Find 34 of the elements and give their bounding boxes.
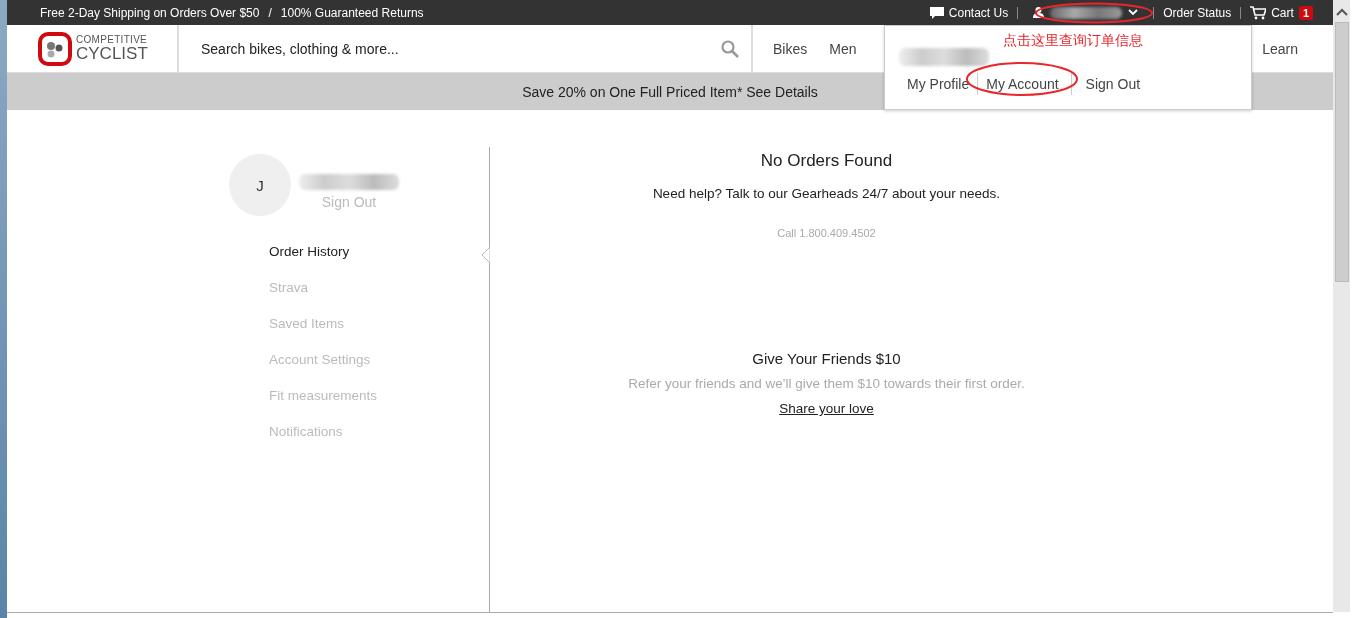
avatar-initial: J [256,176,264,194]
logo-text: CYCLIST [76,45,148,62]
returns-text: 100% Guaranteed Returns [280,5,424,20]
scroll-up-icon[interactable] [1335,8,1348,16]
nav-link[interactable]: Bikes [773,40,808,57]
nav-link[interactable]: Learn [1262,40,1298,57]
user-icon [1033,7,1045,18]
cart-count-badge: 1 [1298,5,1313,20]
referral-text: Refer your friends and we'll give them $10 towards their first order. [628,376,1025,391]
chevron-down-icon [1128,9,1139,16]
promo-text[interactable]: Save 20% on One Full Priced Item* See Details [522,83,818,100]
cart-link[interactable]: Cart [1271,5,1294,20]
shipping-text: Free 2-Day Shipping on Orders Over $50 [40,5,260,20]
pointer-notch [481,247,490,263]
scrollbar[interactable] [1333,0,1350,612]
phone-text: Call 1.800.409.4502 [777,227,876,239]
scroll-thumb[interactable] [1334,22,1349,282]
cart-icon [1250,5,1267,20]
order-status-link[interactable]: Order Status [1163,5,1232,20]
dropdown-link[interactable]: My Profile [907,76,970,92]
chat-icon [929,6,944,19]
search-icon[interactable] [721,39,739,58]
contact-link[interactable]: Contact Us [948,5,1009,20]
annotation-text: 点击这里查询订单信息 [1003,32,1143,50]
nav-link[interactable]: Men [829,40,857,57]
share-link[interactable]: Share your love [779,401,874,416]
dropdown-link[interactable]: Sign Out [1085,76,1141,92]
orders-title: No Orders Found [760,151,893,171]
referral-title: Give Your Friends $10 [752,350,901,367]
logo-icon [38,31,72,66]
separator-text: / [268,5,272,20]
help-text: Need help? Talk to our Gearheads 24/7 about your needs. [652,186,1001,201]
logo-text: COMPETITIVE [76,35,148,45]
account-menu-item[interactable]: Order History [269,244,350,259]
